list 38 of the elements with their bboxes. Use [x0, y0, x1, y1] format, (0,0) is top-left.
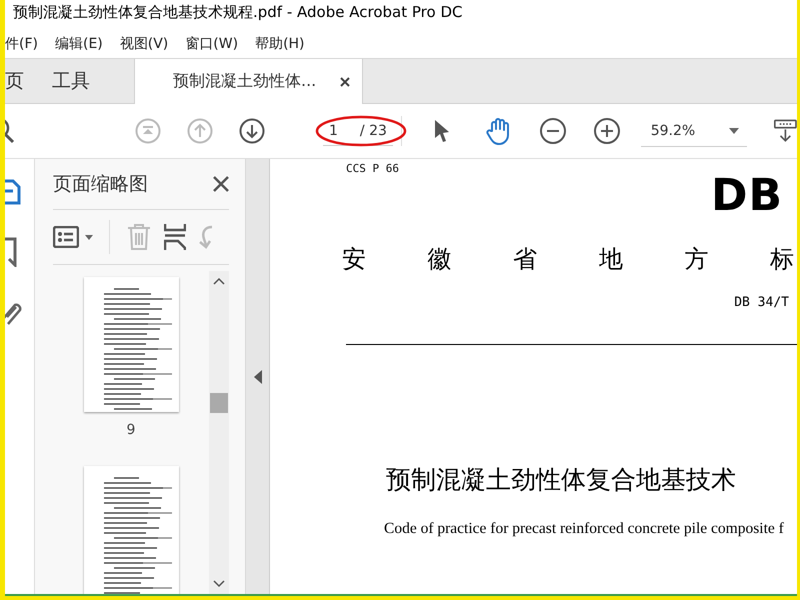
menu-item[interactable]: 件(F) — [5, 35, 46, 53]
page-label: 9 — [126, 422, 136, 438]
tab[interactable]: 预制混凝土劲性体... — [134, 59, 364, 104]
menu-item[interactable]: 视图(V) — [120, 35, 176, 53]
zoom-dropdown[interactable]: 59.2% — [640, 116, 748, 146]
menu-item[interactable]: 编辑(E) — [54, 35, 111, 53]
pointer-icon[interactable] — [432, 119, 449, 143]
caret-icon — [85, 234, 93, 240]
standard-number: DB 34/T — [734, 295, 789, 310]
scrollbar-thumb[interactable] — [210, 393, 228, 413]
document-heading: 安徽省地方标 — [342, 244, 794, 275]
close-icon[interactable] — [213, 176, 229, 192]
caret-icon — [729, 128, 740, 134]
page-count: / 23 — [360, 122, 387, 138]
close-icon[interactable] — [340, 76, 350, 86]
standard-code: CCS P 66 — [346, 162, 400, 175]
page-thumbnail[interactable] — [84, 277, 178, 412]
bookmark-icon[interactable] — [5, 237, 19, 267]
chevron-up-icon[interactable] — [213, 277, 225, 285]
window-title: 预制混凝土劲性体复合地基技术规程.pdf - Adobe Acrobat Pro DC — [12, 2, 464, 22]
standard-logo: DB — [710, 175, 783, 217]
list-options-icon[interactable] — [53, 226, 79, 248]
keyboard-download-icon[interactable] — [774, 117, 797, 145]
chevron-down-icon[interactable] — [213, 580, 225, 588]
tab[interactable]: 工具 — [52, 59, 106, 103]
extract-pages-icon[interactable] — [164, 223, 186, 251]
scrollbar[interactable] — [209, 271, 229, 594]
document-title: 预制混凝土劲性体复合地基技术 — [386, 464, 737, 496]
document-subtitle: Code of practice for precast reinforced concrete pile composite f — [384, 520, 785, 538]
panel-title: 页面缩略图 — [53, 172, 148, 197]
zoom-out-icon[interactable] — [538, 117, 567, 145]
page-thumbnail[interactable] — [84, 466, 178, 594]
zoom-in-icon[interactable] — [592, 117, 621, 145]
menu-item[interactable]: 帮助(H) — [255, 35, 313, 53]
pages-icon[interactable] — [5, 177, 23, 207]
tab[interactable]: 页 — [5, 59, 40, 103]
collapse-arrow-icon[interactable] — [254, 370, 262, 384]
menu-item[interactable]: 窗口(W) — [185, 35, 246, 53]
